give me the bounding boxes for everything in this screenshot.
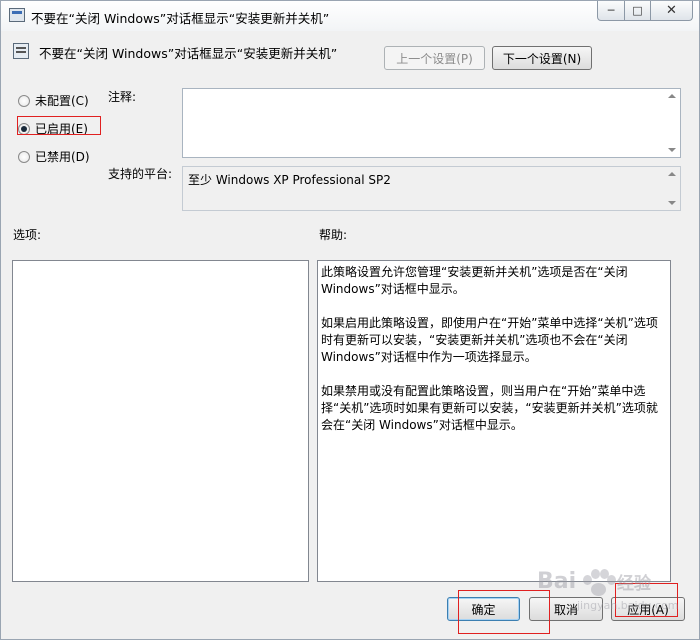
radio-label: 未配置(C) — [35, 94, 89, 108]
baidu-watermark: Bai 经验 jingyan.baidu.com — [537, 561, 679, 621]
minimize-button[interactable]: ─ — [597, 1, 625, 21]
help-panel: 此策略设置允许您管理“安装更新并关机”选项是否在“关闭 Windows”对话框中… — [317, 260, 671, 582]
platform-scrollbar[interactable] — [664, 167, 680, 210]
window-controls: ─ □ ✕ — [597, 1, 693, 21]
supported-platform-label: 支持的平台: — [108, 167, 173, 181]
window-title: 不要在“关闭 Windows”对话框显示“安装更新并关机” — [31, 11, 330, 26]
title-bar[interactable]: 不要在“关闭 Windows”对话框显示“安装更新并关机” ─ □ ✕ — [1, 1, 699, 31]
supported-platform-value: 至少 Windows XP Professional SP2 — [188, 173, 391, 187]
help-paragraph: 如果禁用或没有配置此策略设置，则当用户在“开始”菜单中选择“关机”选项时如果有更… — [321, 384, 658, 432]
watermark-url: jingyan.baidu.com — [577, 599, 679, 612]
baidu-paw-icon — [581, 569, 616, 599]
comment-label: 注释: — [108, 90, 137, 104]
scroll-up-icon[interactable] — [668, 172, 676, 176]
help-paragraph: 如果启用此策略设置，即使用户在“开始”菜单中选择“关机”选项时有更新可以安装，“… — [321, 316, 658, 364]
radio-label: 已禁用(D) — [35, 150, 90, 164]
comment-textarea[interactable] — [182, 88, 681, 158]
watermark-text: Bai — [537, 569, 577, 594]
options-label: 选项: — [13, 228, 42, 242]
watermark-text-2: 经验 — [617, 574, 651, 594]
help-paragraph: 此策略设置允许您管理“安装更新并关机”选项是否在“关闭 Windows”对话框中… — [321, 265, 628, 296]
comment-scrollbar[interactable] — [664, 89, 680, 157]
scroll-down-icon[interactable] — [668, 148, 676, 152]
previous-setting-button[interactable]: 上一个设置(P) — [384, 46, 485, 70]
radio-not-configured[interactable]: 未配置(C) — [18, 92, 89, 109]
next-setting-button[interactable]: 下一个设置(N) — [492, 46, 592, 70]
radio-circle[interactable] — [18, 94, 30, 107]
maximize-button[interactable]: □ — [625, 1, 651, 21]
annotation-highlight-enabled — [17, 116, 101, 135]
help-label: 帮助: — [319, 228, 348, 242]
options-panel — [12, 260, 309, 582]
scroll-up-icon[interactable] — [668, 94, 676, 98]
supported-platform-field: 至少 Windows XP Professional SP2 — [182, 166, 681, 211]
policy-setting-icon — [13, 43, 29, 59]
radio-disabled[interactable]: 已禁用(D) — [18, 148, 90, 165]
scroll-down-icon[interactable] — [668, 201, 676, 205]
radio-circle[interactable] — [18, 150, 30, 163]
policy-editor-icon — [9, 8, 25, 22]
policy-title: 不要在“关闭 Windows”对话框显示“安装更新并关机” — [39, 46, 338, 61]
help-text: 此策略设置允许您管理“安装更新并关机”选项是否在“关闭 Windows”对话框中… — [321, 264, 661, 451]
policy-dialog-window: 不要在“关闭 Windows”对话框显示“安装更新并关机” ─ □ ✕ 不要在“… — [0, 0, 700, 640]
close-button[interactable]: ✕ — [651, 1, 693, 21]
